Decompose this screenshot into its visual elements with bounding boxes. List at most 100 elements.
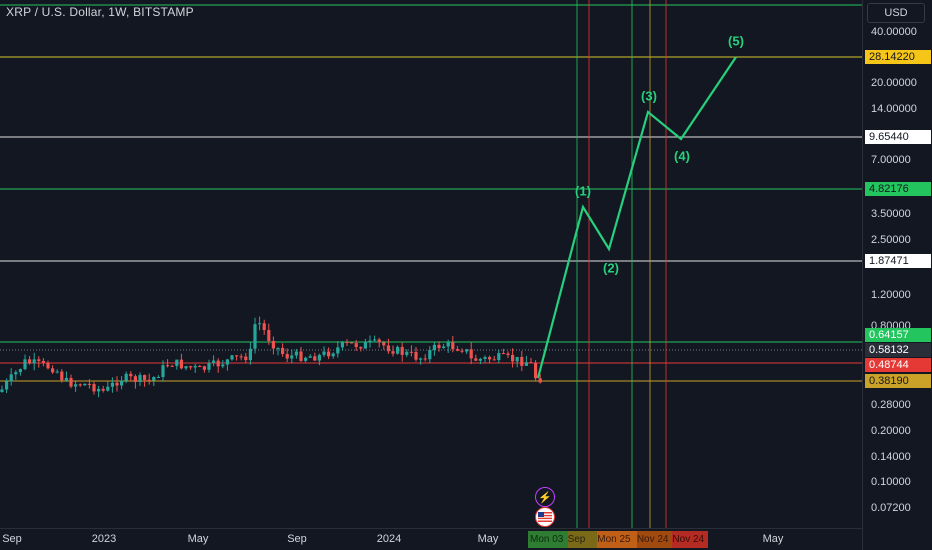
candle-body	[414, 352, 418, 360]
candle-body	[331, 353, 335, 357]
candle-body	[202, 366, 206, 370]
candle-body	[28, 359, 32, 364]
candle-body	[9, 374, 13, 382]
candle-body	[83, 383, 87, 386]
wave-label-5: (5)	[728, 33, 744, 49]
candle-body	[124, 373, 128, 381]
chart-canvas[interactable]	[0, 0, 862, 528]
candle-body	[409, 351, 413, 353]
date-tag: Mon 03	[528, 531, 568, 548]
candle-body	[69, 377, 73, 387]
candle-body	[120, 380, 124, 386]
price-axis[interactable]: USD 40.00000 20.00000 14.00000 7.00000 3…	[862, 0, 932, 550]
candle-body	[465, 349, 469, 352]
candle-body	[529, 362, 533, 364]
candle-body	[313, 356, 317, 361]
candle-body	[488, 357, 492, 360]
wave-label-1: (1)	[575, 183, 591, 199]
candle-body	[193, 366, 197, 368]
candle-body	[428, 349, 432, 360]
candle-body	[299, 351, 303, 361]
time-label: 2023	[91, 533, 117, 545]
candle-body	[469, 349, 473, 359]
price-tick: 3.50000	[871, 208, 911, 220]
candle-body	[363, 341, 367, 349]
price-tick: 1.20000	[871, 289, 911, 301]
candle-body	[23, 359, 27, 370]
candle-body	[515, 356, 519, 362]
candle-body	[285, 353, 289, 359]
candle-body	[446, 342, 450, 347]
time-label: 2024	[376, 533, 402, 545]
candle-body	[506, 353, 510, 355]
elliott-wave-line[interactable]	[536, 56, 737, 379]
price-tick: 14.00000	[871, 103, 917, 115]
candle-body	[497, 353, 501, 360]
candle-body	[534, 362, 538, 379]
candle-body	[230, 355, 234, 360]
candle-body	[437, 344, 441, 349]
candle-body	[524, 362, 528, 366]
price-tag-28: 28.14220	[865, 50, 931, 64]
candles-group	[0, 316, 542, 398]
candle-body	[129, 373, 133, 377]
date-tag: Nov 24	[636, 531, 673, 548]
candle-body	[161, 365, 165, 377]
candle-body	[184, 366, 188, 369]
candle-body	[294, 351, 298, 356]
candle-body	[5, 381, 9, 390]
symbol-title: XRP / U.S. Dollar, 1W, BITSTAMP	[6, 5, 194, 19]
lightning-event-icon[interactable]: ⚡	[535, 487, 555, 507]
candle-body	[423, 358, 427, 360]
candle-body	[244, 356, 248, 361]
candle-body	[538, 378, 542, 383]
time-axis[interactable]: Sep 2023 May Sep 2024 May May Mon 03 Sep…	[0, 528, 862, 550]
candle-body	[308, 356, 312, 358]
price-tick: 7.00000	[871, 154, 911, 166]
candle-body	[175, 359, 179, 366]
candle-body	[317, 354, 321, 361]
wave-label-4: (4)	[674, 148, 690, 164]
wave-label-2: (2)	[603, 260, 619, 276]
candle-body	[60, 371, 64, 381]
price-tag-4.8: 4.82176	[865, 182, 931, 196]
candle-body	[368, 340, 372, 342]
candle-body	[0, 389, 4, 392]
candle-body	[110, 382, 114, 387]
candle-body	[276, 347, 280, 349]
price-tick: 2.50000	[871, 234, 911, 246]
candle-body	[359, 347, 363, 349]
candle-body	[18, 369, 22, 373]
candle-body	[152, 377, 156, 381]
candle-body	[14, 372, 18, 375]
candle-body	[354, 343, 358, 348]
candle-body	[74, 384, 78, 387]
candle-body	[64, 377, 68, 381]
candle-body	[377, 339, 381, 343]
candle-body	[460, 350, 464, 352]
candle-body	[32, 359, 36, 364]
candle-body	[87, 383, 91, 385]
candle-body	[106, 386, 110, 391]
chart-area[interactable]: XRP / U.S. Dollar, 1W, BITSTAMP (1) (2) …	[0, 0, 862, 528]
candle-body	[92, 384, 96, 392]
time-label: Sep	[287, 533, 307, 545]
candle-body	[336, 347, 340, 354]
candle-body	[170, 365, 174, 367]
candle-body	[340, 341, 344, 348]
date-tag: Mon 25	[597, 531, 637, 548]
currency-button[interactable]: USD	[867, 3, 925, 23]
candle-body	[101, 388, 105, 391]
us-flag-icon[interactable]	[535, 507, 555, 527]
candle-body	[327, 351, 331, 357]
time-label: May	[762, 533, 784, 545]
candle-body	[382, 342, 386, 346]
wave-label-3: (3)	[641, 88, 657, 104]
candle-body	[304, 357, 308, 361]
candle-body	[239, 356, 243, 358]
candle-body	[345, 341, 349, 343]
candle-body	[520, 356, 524, 366]
candle-body	[391, 351, 395, 354]
price-tick: 0.07200	[871, 502, 911, 514]
candle-body	[78, 384, 82, 386]
